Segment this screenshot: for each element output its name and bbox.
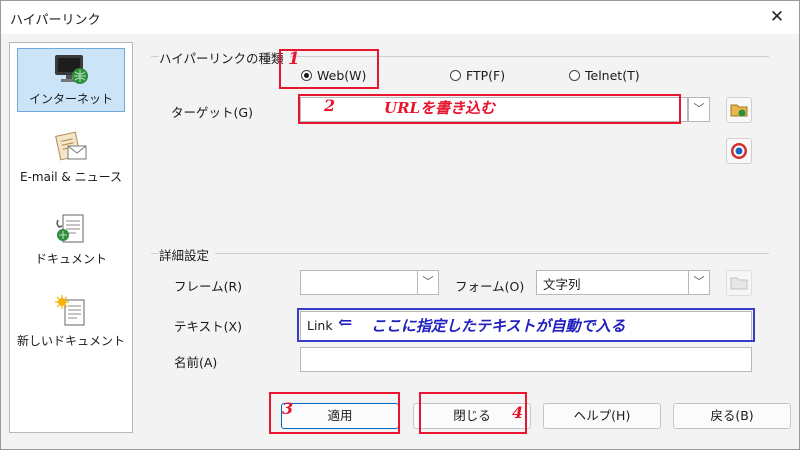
text-label: テキスト(X): [174, 319, 242, 334]
annotation-step3-number: 3: [282, 399, 294, 418]
sidebar-item-label: E-mail & ニュース: [19, 170, 122, 184]
sidebar-item-new-document[interactable]: 新しいドキュメント: [17, 291, 125, 355]
annotation-step2-text: URLを書き込む: [384, 99, 496, 117]
annotation-step1-number: 1: [288, 49, 300, 69]
form-label: フォーム(O): [455, 279, 525, 294]
frame-label: フレーム(R): [174, 279, 243, 294]
help-button[interactable]: ヘルプ(H): [543, 403, 661, 429]
radio-telnet[interactable]: Telnet(T): [569, 68, 640, 83]
radio-ftp[interactable]: FTP(F): [450, 68, 505, 83]
events-button[interactable]: [726, 270, 752, 296]
name-input[interactable]: [300, 347, 752, 372]
annotation-arrow-icon: ⇐: [338, 313, 353, 333]
target-label: ターゲット(G): [171, 105, 253, 120]
sidebar-item-label: インターネット: [28, 92, 113, 106]
sidebar-item-email-news[interactable]: E-mail & ニュース: [17, 127, 125, 191]
title-bar: ハイパーリンク ✕: [1, 1, 799, 34]
back-button[interactable]: 戻る(B): [673, 403, 791, 429]
annotation-step2-number: 2: [324, 96, 336, 115]
sidebar-item-document[interactable]: ドキュメント: [17, 209, 125, 273]
radio-dot: [569, 70, 580, 81]
sidebar-item-label: ドキュメント: [34, 252, 107, 266]
chevron-down-icon: ﹀: [422, 275, 434, 288]
radio-dot: [450, 70, 461, 81]
events-icon: [730, 277, 748, 290]
category-sidebar: インターネット E-mail & ニュース ドキュメント 新しいドキュメント: [9, 42, 133, 433]
folder-icon: [730, 104, 748, 117]
annotation-box-step4: [419, 392, 527, 434]
form-select[interactable]: 文字列: [536, 270, 689, 295]
frame-dropdown-button[interactable]: ﹀: [417, 270, 439, 295]
window-title: ハイパーリンク: [10, 13, 101, 28]
open-file-button[interactable]: [726, 97, 752, 123]
section-label-details: 詳細設定: [159, 245, 216, 264]
radio-label: Telnet(T): [585, 68, 640, 83]
target-in-document-button[interactable]: [726, 138, 752, 164]
form-dropdown-button[interactable]: ﹀: [688, 270, 710, 295]
chevron-down-icon: ﹀: [693, 102, 705, 115]
close-icon[interactable]: ✕: [763, 6, 791, 28]
chevron-down-icon: ﹀: [693, 275, 705, 288]
sidebar-item-label: 新しいドキュメント: [17, 334, 126, 348]
radio-label: FTP(F): [466, 68, 506, 83]
annotation-step4-number: 4: [512, 403, 524, 422]
document-icon: [56, 214, 84, 243]
name-label: 名前(A): [174, 355, 218, 370]
frame-select[interactable]: [300, 270, 418, 295]
annotation-text-note: ここに指定したテキストが自動で入る: [371, 317, 626, 335]
new-document-icon: [55, 295, 85, 326]
section-divider: [151, 253, 769, 254]
target-icon: [731, 143, 747, 159]
mail-news-icon: [55, 131, 87, 161]
hyperlink-dialog: ハイパーリンク ✕ インターネット E-mail & ニュース ドキュメント 新…: [0, 0, 800, 450]
sidebar-item-internet[interactable]: インターネット: [17, 48, 125, 112]
internet-monitor-icon: [55, 55, 88, 84]
target-dropdown-button[interactable]: ﹀: [688, 97, 710, 122]
section-label-hyperlink-type: ハイパーリンクの種類: [159, 48, 290, 67]
